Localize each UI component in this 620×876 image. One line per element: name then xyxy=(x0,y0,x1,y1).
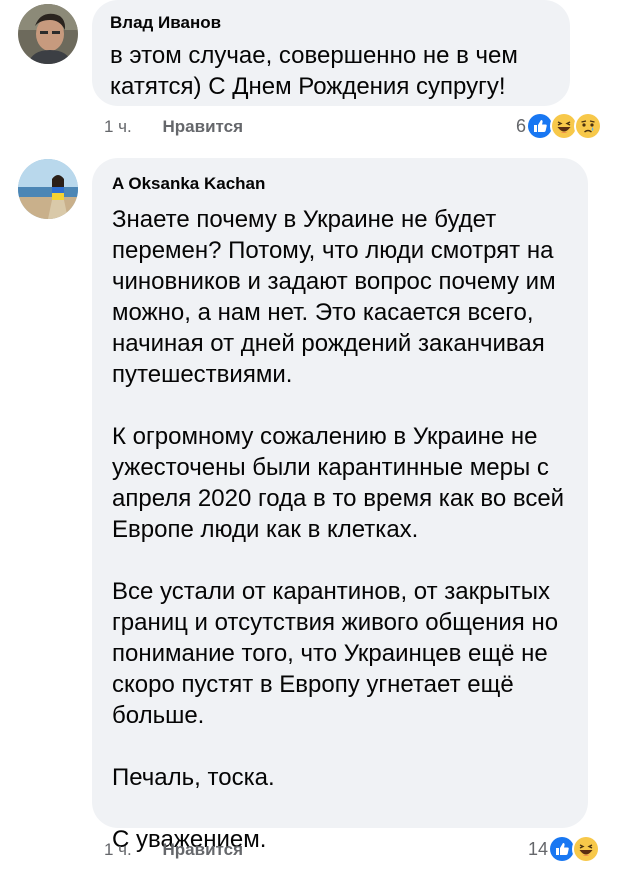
comment-bubble: A Oksanka Kachan Знаете почему в Украине… xyxy=(92,158,588,853)
avatar[interactable] xyxy=(18,4,78,64)
comment-paragraph: Знаете почему в Украине не будет перемен… xyxy=(112,206,556,388)
reactions[interactable]: 14 xyxy=(528,835,600,863)
comment-time[interactable]: 1 ч. xyxy=(104,117,132,137)
reaction-count: 14 xyxy=(527,838,548,859)
comment-text: в этом случае, совершенно не в чем катят… xyxy=(110,42,518,100)
like-button[interactable]: Нравится xyxy=(163,840,244,860)
reactions[interactable]: 6 xyxy=(516,112,602,140)
comment-meta: 1 ч. Нравится xyxy=(104,840,243,860)
laugh-icon xyxy=(572,835,600,863)
sad-icon xyxy=(574,112,602,140)
avatar[interactable] xyxy=(18,159,78,219)
comment-meta: 1 ч. Нравится xyxy=(104,117,243,137)
comment-paragraph: Печаль, тоска. xyxy=(112,764,275,791)
comment-author[interactable]: A Oksanka Kachan xyxy=(112,174,570,194)
reaction-count: 6 xyxy=(515,115,526,136)
like-button[interactable]: Нравится xyxy=(163,117,244,137)
comment-time[interactable]: 1 ч. xyxy=(104,840,132,860)
comment-bubble: Влад Иванов в этом случае, совершенно не… xyxy=(92,0,570,106)
comment-author[interactable]: Влад Иванов xyxy=(110,13,552,33)
comment-paragraph: К огромному сожалению в Украине не ужест… xyxy=(112,423,565,543)
comment-paragraph: Все устали от карантинов, от закрытых гр… xyxy=(112,578,559,729)
